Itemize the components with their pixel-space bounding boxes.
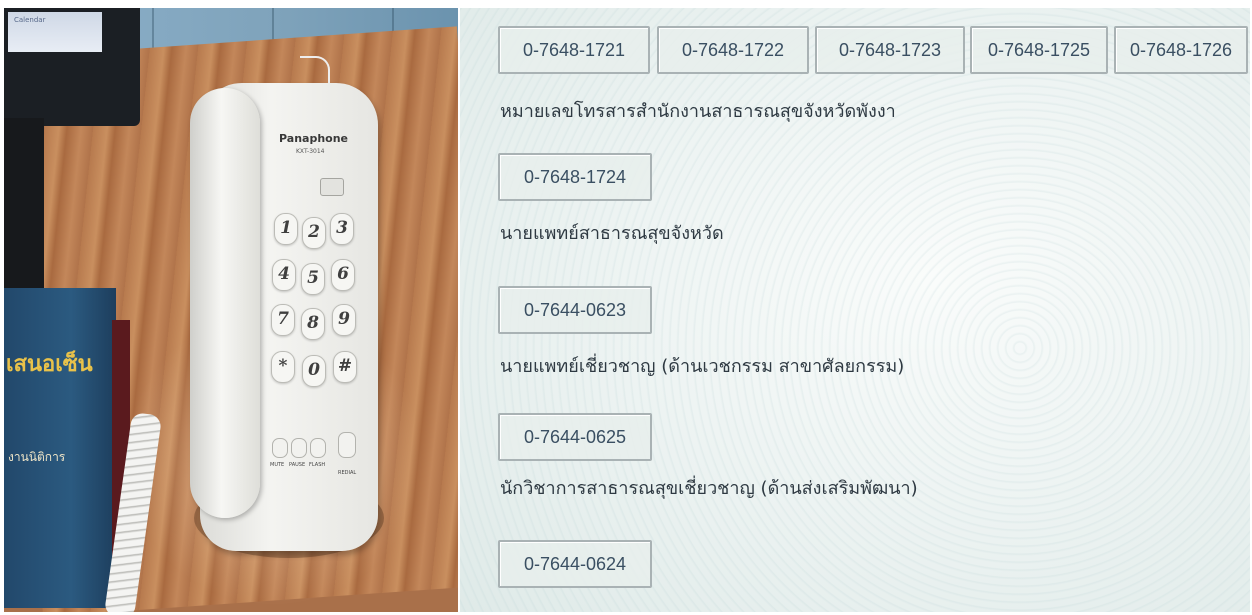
provincial-doctor-label: นายแพทย์สาธารณสุขจังหวัด	[500, 223, 724, 244]
phone-number-0624[interactable]: 0-7644-0624	[498, 540, 652, 588]
key-6: 6	[331, 259, 355, 291]
health-promotion-label: นักวิชาการสาธารณสุขเชี่ยวชาญ (ด้านส่งเสร…	[500, 478, 918, 499]
phone-number-0625[interactable]: 0-7644-0625	[498, 413, 652, 461]
mute-key	[272, 438, 288, 458]
phone-model: KXT-3014	[296, 148, 325, 155]
phone-number-0623[interactable]: 0-7644-0623	[498, 286, 652, 334]
program-button	[320, 178, 344, 196]
phone-number-1723[interactable]: 0-7648-1723	[815, 26, 965, 74]
phone-brand: Panaphone	[279, 132, 348, 145]
key-0: 0	[302, 355, 326, 387]
desk-phone-photo: Calendar เสนอเซ็น งานนิติการ Panaphone K…	[4, 8, 458, 612]
key-hash: #	[333, 351, 357, 383]
monitor-stand	[4, 118, 44, 288]
fax-label: หมายเลขโทรสารสำนักงานสาธารณสุขจังหวัดพัง…	[500, 101, 896, 122]
folder-title: เสนอเซ็น	[6, 351, 93, 377]
computer-monitor: Calendar	[4, 8, 140, 126]
key-8: 8	[301, 308, 325, 340]
key-9: 9	[332, 304, 356, 336]
phone-number-1721[interactable]: 0-7648-1721	[498, 26, 650, 74]
key-4: 4	[272, 259, 296, 291]
monitor-screen-text: Calendar	[14, 16, 46, 24]
key-3: 3	[330, 213, 354, 245]
blue-folder: เสนอเซ็น งานนิติการ	[4, 288, 116, 608]
mute-label: MUTE	[270, 462, 285, 468]
monitor-screen: Calendar	[8, 12, 102, 52]
folder-subtitle: งานนิติการ	[8, 450, 66, 464]
key-5: 5	[301, 263, 325, 295]
flash-label: FLASH	[309, 462, 326, 468]
surgery-specialist-label: นายแพทย์เชี่ยวชาญ (ด้านเวชกรรม สาขาศัลยก…	[500, 356, 905, 377]
phone-directory-panel: 0-7648-1721 0-7648-1722 0-7648-1723 0-76…	[460, 8, 1250, 612]
redial-label: REDIAL	[338, 470, 357, 476]
flash-key	[310, 438, 326, 458]
phone-number-1722[interactable]: 0-7648-1722	[657, 26, 809, 74]
key-1: 1	[274, 213, 298, 245]
pause-key	[291, 438, 307, 458]
phone-number-1724[interactable]: 0-7648-1724	[498, 153, 652, 201]
key-2: 2	[302, 217, 326, 249]
phone-number-1726[interactable]: 0-7648-1726	[1114, 26, 1248, 74]
phone-number-1725[interactable]: 0-7648-1725	[970, 26, 1108, 74]
redial-key	[338, 432, 356, 458]
pause-label: PAUSE	[289, 462, 306, 468]
phone-handset	[190, 88, 260, 518]
key-7: 7	[271, 304, 295, 336]
key-star: *	[271, 351, 295, 383]
